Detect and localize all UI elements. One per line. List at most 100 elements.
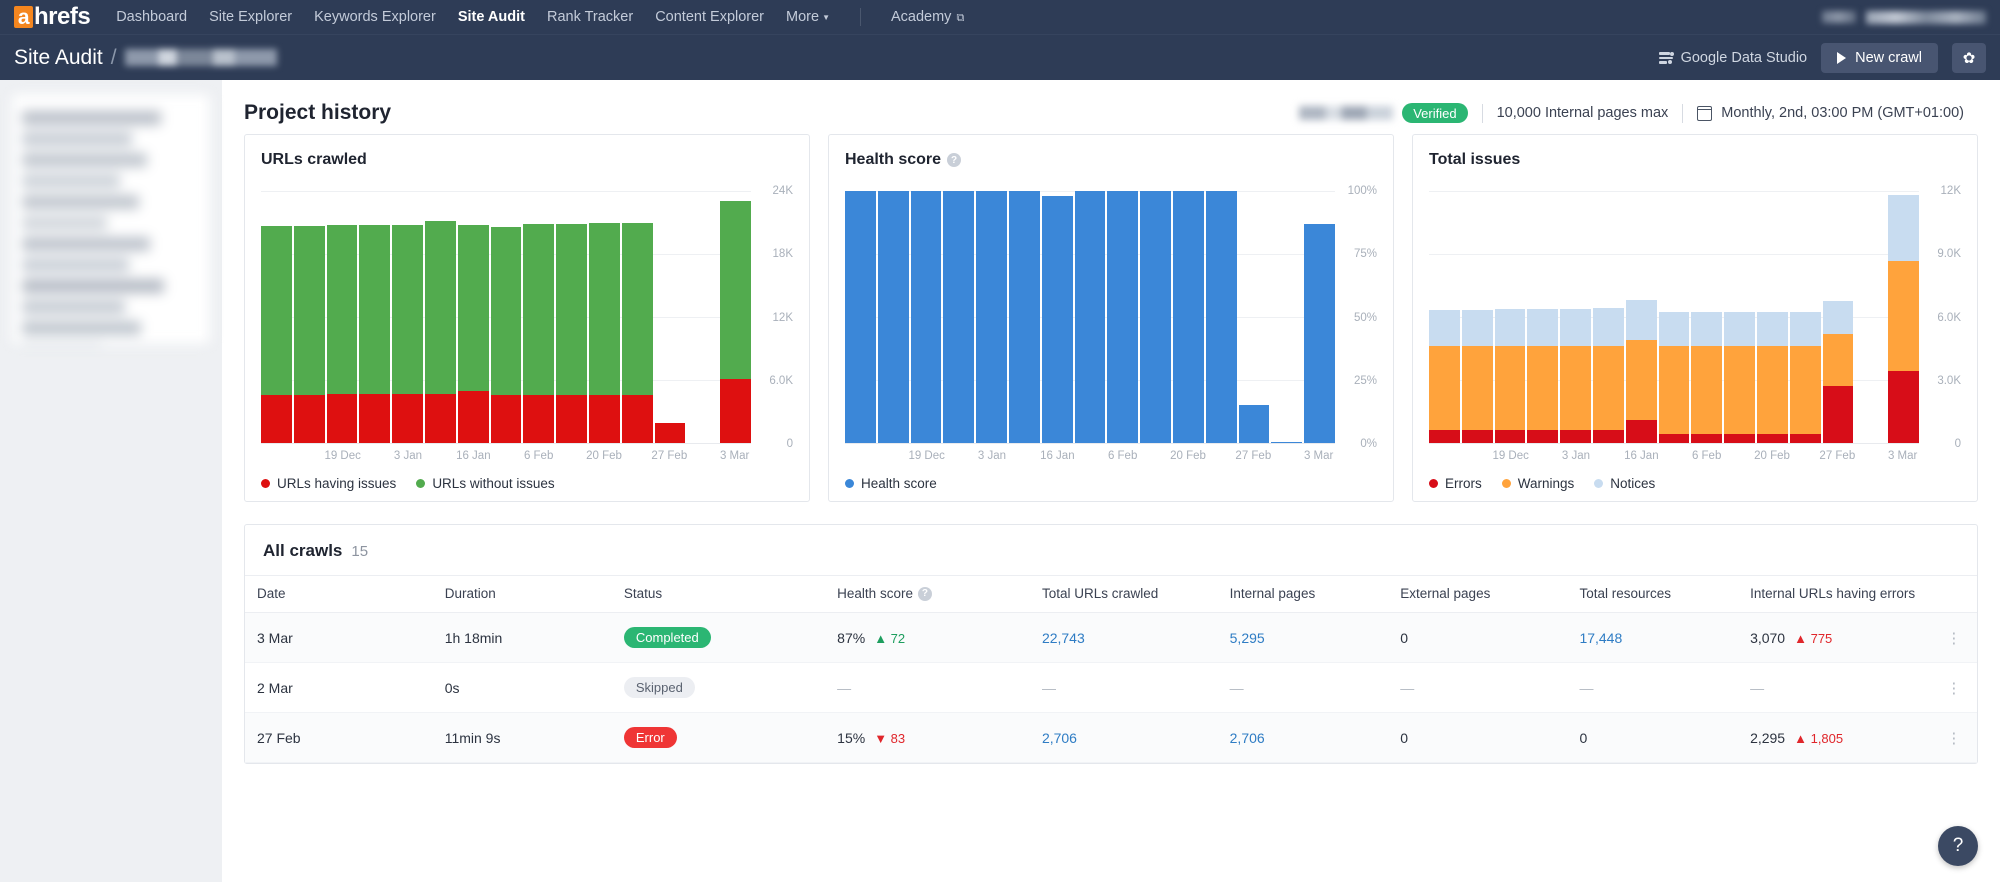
table-column-header[interactable]: Total URLs crawled [1029,575,1218,613]
table-column-header[interactable]: Total resources [1567,575,1739,613]
bar[interactable] [1822,191,1854,443]
table-row[interactable]: 2 Mar 0s Skipped — — — — — — ⋮ [245,662,1977,713]
cell-internal-pages-value[interactable]: 5,295 [1230,630,1265,646]
settings-button[interactable]: ✿ [1952,42,1986,73]
bar[interactable] [1625,191,1657,443]
account-name-redacted[interactable] [1866,10,1986,24]
kebab-menu-icon[interactable]: ⋮ [1946,630,1962,647]
bar[interactable] [1074,191,1106,443]
bar[interactable] [1140,191,1171,443]
bar[interactable] [261,191,292,443]
table-column-header[interactable]: Duration [432,575,612,613]
nav-item-site-explorer[interactable]: Site Explorer [209,9,292,25]
table-column-header[interactable]: Status [611,575,826,613]
bar[interactable] [1855,191,1886,443]
bar[interactable] [556,191,587,443]
nav-item-academy[interactable]: Academy ⧉ [891,9,964,25]
cell-date: 27 Feb [245,712,433,763]
legend-item[interactable]: URLs without issues [416,476,555,491]
bar[interactable] [1304,191,1335,443]
bar[interactable] [457,191,489,443]
bar[interactable] [392,191,423,443]
kebab-menu-icon[interactable]: ⋮ [1946,730,1962,747]
bar[interactable] [424,191,456,443]
bar[interactable] [654,191,686,443]
nav-item-more[interactable]: More ▼ [786,9,830,25]
bar[interactable] [1724,191,1755,443]
nav-item-site-audit[interactable]: Site Audit [458,9,525,25]
bar[interactable] [1008,191,1040,443]
table-column-header[interactable] [1925,575,1977,613]
table-row[interactable]: 3 Mar 1h 18min Completed 87% ▲ 72 22,743 5,295… [245,612,1977,663]
bar-segment [1691,311,1723,347]
bar[interactable] [1107,191,1139,443]
bar[interactable] [1429,191,1460,443]
nav-item-content-explorer[interactable]: Content Explorer [655,9,764,25]
table-column-header[interactable]: Health score? [825,575,1030,613]
breadcrumb-project-redacted[interactable] [124,49,277,66]
bar[interactable] [1494,191,1526,443]
legend-item[interactable]: Health score [845,476,937,491]
bar[interactable] [687,191,718,443]
table-column-header[interactable]: External pages [1388,575,1568,613]
bar[interactable] [1756,191,1788,443]
schedule-segment[interactable]: Monthly, 2nd, 03:00 PM (GMT+01:00) [1683,105,1978,121]
bar[interactable] [326,191,358,443]
nav-item-keywords-explorer[interactable]: Keywords Explorer [314,9,436,25]
bar[interactable] [1789,191,1821,443]
plot-area[interactable] [261,191,751,444]
new-crawl-button[interactable]: New crawl [1821,42,1938,73]
bar[interactable] [976,191,1007,443]
bar[interactable] [490,191,522,443]
bar[interactable] [1527,191,1559,443]
help-icon[interactable]: ? [917,586,932,601]
help-icon[interactable]: ? [947,153,962,167]
bar[interactable] [293,191,325,443]
legend-item[interactable]: Notices [1594,476,1655,491]
plot-area[interactable] [1429,191,1919,444]
bar[interactable] [1691,191,1723,443]
table-column-header[interactable]: Date [245,575,433,613]
account-badge-redacted[interactable] [1822,11,1856,23]
table-column-header[interactable]: Internal URLs having errors [1738,575,1926,613]
help-button[interactable]: ? [1938,826,1978,866]
sidebar-redacted-panel[interactable] [12,94,210,344]
bar[interactable] [1172,191,1204,443]
bar[interactable] [588,191,620,443]
kebab-menu-icon[interactable]: ⋮ [1946,680,1962,697]
legend-item[interactable]: Errors [1429,476,1482,491]
bar[interactable] [621,191,653,443]
bar[interactable] [1205,191,1237,443]
bar[interactable] [943,191,975,443]
bar[interactable] [523,191,555,443]
bar[interactable] [1041,191,1073,443]
bar[interactable] [910,191,942,443]
cell-total-resources-value[interactable]: 17,448 [1579,630,1622,646]
cell-internal-pages-value[interactable]: 2,706 [1230,730,1265,746]
google-data-studio-link[interactable]: Google Data Studio [1658,50,1807,66]
bar[interactable] [1888,191,1919,443]
bar[interactable] [1238,191,1270,443]
cell-total-urls-value[interactable]: 2,706 [1042,730,1077,746]
breadcrumb-site-audit[interactable]: Site Audit [14,46,103,70]
bar[interactable] [1560,191,1591,443]
bar[interactable] [1658,191,1690,443]
bar[interactable] [1271,191,1303,443]
bar-segment [1172,191,1204,443]
nav-item-rank-tracker[interactable]: Rank Tracker [547,9,633,25]
nav-item-dashboard[interactable]: Dashboard [116,9,187,25]
legend-item[interactable]: URLs having issues [261,476,396,491]
plot-area[interactable] [845,191,1335,444]
bar[interactable] [845,191,876,443]
bar[interactable] [720,191,751,443]
legend-item[interactable]: Warnings [1501,476,1574,491]
bar[interactable] [877,191,909,443]
bar[interactable] [1461,191,1493,443]
cell-total-urls-value[interactable]: 22,743 [1042,630,1085,646]
table-column-header[interactable]: Internal pages [1217,575,1389,613]
table-row[interactable]: 27 Feb 11min 9s Error 15% ▼ 83 2,706 2,706 0 0 2,… [245,712,1977,763]
bar[interactable] [1592,191,1624,443]
bar[interactable] [359,191,391,443]
subheader-actions: Google Data Studio New crawl ✿ [1658,42,1986,73]
ahrefs-logo[interactable]: a hrefs [14,3,91,31]
